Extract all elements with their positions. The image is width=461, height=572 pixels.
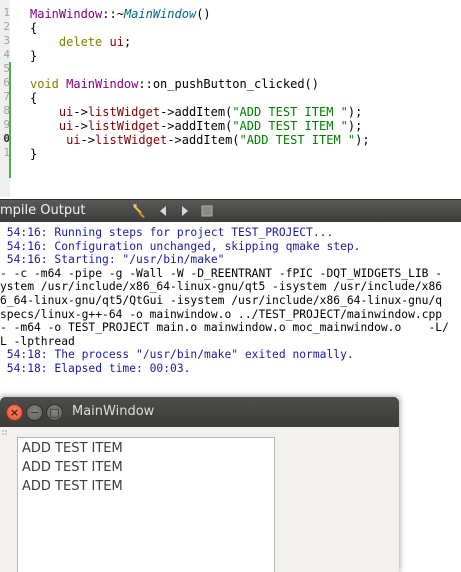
code-token: MainWindow: [66, 77, 139, 91]
code-line: void MainWindow::on_pushButton_clicked(): [30, 77, 319, 91]
code-token: ::~: [102, 7, 124, 21]
code-line: delete ui;: [30, 35, 131, 49]
code-token: );: [347, 105, 363, 119]
output-line: L -lpthread: [0, 334, 75, 348]
compile-output-header: mpile Output: [0, 199, 461, 222]
code-token: ->addItem(: [167, 133, 240, 147]
output-line: - -c -m64 -pipe -g -Wall -W -D_REENTRANT…: [0, 266, 443, 280]
code-token: "ADD TEST ITEM ": [239, 133, 356, 147]
maximize-button[interactable]: □: [46, 404, 63, 421]
code-line: ui->listWidget->addItem("ADD TEST ITEM "…: [30, 133, 370, 147]
code-token: ->addItem(: [160, 105, 233, 119]
code-token: ui: [30, 133, 81, 147]
code-line: ui->listWidget->addItem("ADD TEST ITEM "…: [30, 105, 362, 119]
list-item[interactable]: ADD TEST ITEM: [22, 458, 123, 477]
code-token: }: [30, 49, 38, 63]
output-line: ystem /usr/include/x86_64-linux-gnu/qt5 …: [0, 280, 443, 294]
code-token: ->: [73, 105, 88, 119]
code-token: delete: [30, 35, 110, 49]
code-token: ->: [80, 133, 96, 147]
window-titlebar[interactable]: × − □ MainWindow: [0, 397, 399, 427]
list-item[interactable]: ADD TEST ITEM: [22, 477, 123, 496]
output-line: 54:18: Elapsed time: 00:03.: [0, 362, 191, 375]
code-token: listWidget: [87, 105, 161, 119]
line-number: 3: [3, 34, 10, 47]
code-token: "ADD TEST ITEM ": [232, 119, 348, 133]
code-token: listWidget: [87, 119, 161, 133]
code-line: MainWindow::~MainWindow(): [30, 7, 211, 21]
code-token: ui: [30, 119, 74, 133]
output-line: 54:16: Configuration unchanged, skipping…: [0, 239, 361, 253]
code-token: MainWindow: [30, 7, 103, 21]
output-line: - -m64 -o TEST_PROJECT main.o mainwindow…: [0, 321, 449, 335]
line-number: 4: [3, 48, 10, 61]
code-token: }: [30, 147, 38, 161]
code-token: ui: [30, 105, 74, 119]
change-marker-bar: [9, 62, 11, 178]
code-token: ->addItem(: [160, 119, 233, 133]
code-line: }: [30, 147, 37, 161]
maximize-icon: □: [49, 406, 60, 419]
stop-icon[interactable]: [199, 203, 215, 219]
window-title: MainWindow: [72, 404, 155, 419]
code-line: }: [30, 49, 37, 63]
main-window: × − □ MainWindow ADD TEST ITEM ADD TEST I…: [0, 397, 399, 572]
code-token: listWidget: [95, 133, 168, 147]
code-token: ->: [73, 119, 88, 133]
output-line: 54:16: Starting: "/usr/bin/make": [0, 253, 225, 267]
code-token: void: [30, 77, 67, 91]
code-token: ;: [123, 35, 132, 49]
close-icon: ×: [9, 406, 20, 419]
clean-icon[interactable]: [131, 203, 147, 219]
code-token: ::on_pushButton_clicked(): [138, 77, 319, 91]
code-token: ui: [109, 35, 124, 49]
list-item[interactable]: ADD TEST ITEM: [22, 439, 123, 458]
output-line: 6_64-linux-gnu/qt5/QtGui -isystem /usr/i…: [0, 294, 443, 307]
minimize-icon: −: [29, 406, 40, 419]
code-token: (): [196, 7, 211, 21]
line-number: 1: [3, 6, 10, 19]
output-line: 54:16: Running steps for project TEST_PR…: [0, 226, 334, 239]
code-token: );: [355, 133, 370, 147]
close-button[interactable]: ×: [6, 404, 23, 421]
minimize-button[interactable]: −: [26, 404, 43, 421]
code-line: ui->listWidget->addItem("ADD TEST ITEM "…: [30, 119, 362, 133]
next-icon[interactable]: [177, 203, 193, 219]
code-token: MainWindow: [123, 7, 197, 21]
code-token: );: [347, 119, 363, 133]
code-line: {: [30, 91, 37, 105]
compile-output-text[interactable]: 54:16: Running steps for project TEST_PR…: [0, 222, 461, 405]
pane-title: mpile Output: [0, 203, 86, 218]
code-editor[interactable]: 12345678901 MainWindow::~MainWindow(){ d…: [0, 0, 461, 197]
output-line: 54:18: The process "/usr/bin/make" exite…: [0, 348, 354, 362]
code-token: "ADD TEST ITEM ": [232, 105, 348, 119]
code-token: {: [30, 91, 38, 105]
grip-icon: [2, 430, 7, 435]
prev-icon[interactable]: [155, 203, 171, 219]
code-line: {: [30, 21, 37, 35]
line-number: 2: [3, 20, 10, 33]
output-line: specs/linux-g++-64 -o mainwindow.o ../TE…: [0, 307, 443, 321]
code-token: {: [30, 21, 38, 35]
list-widget[interactable]: ADD TEST ITEM ADD TEST ITEM ADD TEST ITEM: [17, 437, 275, 572]
